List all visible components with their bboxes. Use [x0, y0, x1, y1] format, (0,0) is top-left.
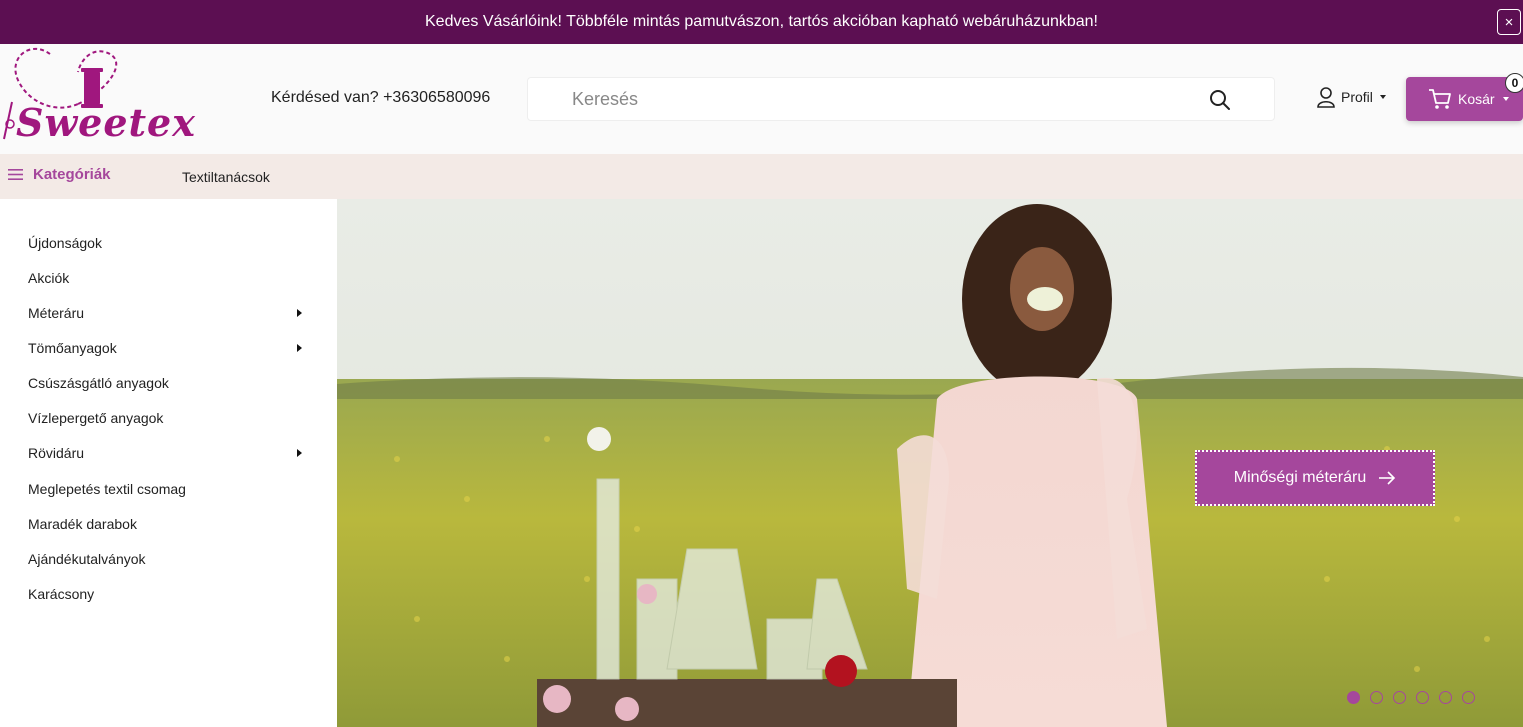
header: Sweetex Kérdésed van? +36306580096 Profi…	[0, 44, 1523, 154]
user-icon	[1317, 87, 1335, 108]
hero-banner[interactable]: Minőségi méteráru	[337, 199, 1523, 727]
slider-dot-1[interactable]	[1347, 691, 1360, 704]
nav-link-textiltanacsok[interactable]: Textiltanácsok	[182, 169, 270, 185]
cart-count-badge: 0	[1505, 73, 1523, 93]
chevron-down-icon	[1379, 95, 1386, 99]
sidebar-item-meteraru[interactable]: Méteráru	[28, 298, 308, 328]
logo-text: Sweetex	[16, 100, 196, 145]
hero-cta-button[interactable]: Minőségi méteráru	[1195, 450, 1435, 506]
sidebar-item-label: Meglepetés textil csomag	[28, 481, 186, 497]
sidebar-item-label: Karácsony	[28, 586, 95, 602]
slider-pagination	[1347, 691, 1475, 704]
sidebar-item-label: Méteráru	[28, 305, 85, 321]
slider-dot-4[interactable]	[1416, 691, 1429, 704]
sidebar-item-label: Rövidáru	[28, 445, 85, 461]
search-icon[interactable]	[1208, 88, 1232, 112]
sidebar-item-label: Vízlepergető anyagok	[28, 410, 164, 426]
sidebar-item-label: Újdonságok	[28, 235, 102, 251]
sidebar-item-meglepetes[interactable]: Meglepetés textil csomag	[28, 474, 308, 504]
sidebar-item-label: Ajándékutalványok	[28, 551, 146, 567]
sidebar-item-tomoanyagok[interactable]: Tömőanyagok	[28, 333, 308, 363]
slider-dot-3[interactable]	[1393, 691, 1406, 704]
hero-cta-label: Minőségi méteráru	[1233, 469, 1367, 486]
sidebar-item-label: Maradék darabok	[28, 516, 137, 532]
sidebar-item-akciok[interactable]: Akciók	[28, 263, 308, 293]
cart-button[interactable]: Kosár 0	[1406, 73, 1523, 121]
search-input[interactable]	[572, 78, 1192, 120]
sidebar-item-maradek[interactable]: Maradék darabok	[28, 509, 308, 539]
sidebar-item-karacsony[interactable]: Karácsony	[28, 579, 308, 609]
profile-menu[interactable]: Profil	[1316, 86, 1386, 108]
hamburger-icon	[8, 169, 23, 180]
sidebar-item-csuszasgatlo[interactable]: Csúszásgátló anyagok	[28, 368, 308, 398]
sidebar-item-label: Csúszásgátló anyagok	[28, 375, 169, 391]
chevron-down-icon	[1502, 97, 1509, 101]
category-sidebar: Újdonságok Akciók Méteráru Tömőanyagok C…	[0, 199, 337, 727]
sidebar-item-label: Akciók	[28, 270, 70, 286]
search-box	[527, 77, 1275, 121]
sidebar-item-label: Tömőanyagok	[28, 340, 117, 356]
sidebar-item-ajandekutalvanyok[interactable]: Ajándékutalványok	[28, 544, 308, 574]
chevron-right-icon	[297, 344, 302, 352]
contact-phone[interactable]: Kérdésed van? +36306580096	[271, 89, 490, 107]
arrow-right-icon	[1379, 471, 1396, 485]
chevron-right-icon	[297, 309, 302, 317]
sidebar-item-ujdonsagok[interactable]: Újdonságok	[28, 228, 308, 258]
announcement-bar: Kedves Vásárlóink! Többféle mintás pamut…	[0, 0, 1523, 44]
announcement-text: Kedves Vásárlóink! Többféle mintás pamut…	[425, 13, 1098, 30]
logo[interactable]: Sweetex	[0, 44, 195, 154]
cart-icon	[1429, 89, 1451, 109]
slider-dot-2[interactable]	[1370, 691, 1383, 704]
category-navbar: Kategóriák Textiltanácsok	[0, 154, 1523, 199]
sidebar-item-rovidaru[interactable]: Rövidáru	[28, 438, 308, 468]
close-icon[interactable]: ×	[1497, 9, 1521, 35]
categories-label: Kategóriák	[33, 166, 111, 183]
profile-label: Profil	[1341, 89, 1373, 105]
categories-toggle[interactable]: Kategóriák	[8, 166, 111, 183]
cart-label: Kosár	[1458, 91, 1495, 107]
chevron-right-icon	[297, 449, 302, 457]
sidebar-item-vizlepergeto[interactable]: Vízlepergető anyagok	[28, 403, 308, 433]
slider-dot-5[interactable]	[1439, 691, 1452, 704]
slider-dot-6[interactable]	[1462, 691, 1475, 704]
